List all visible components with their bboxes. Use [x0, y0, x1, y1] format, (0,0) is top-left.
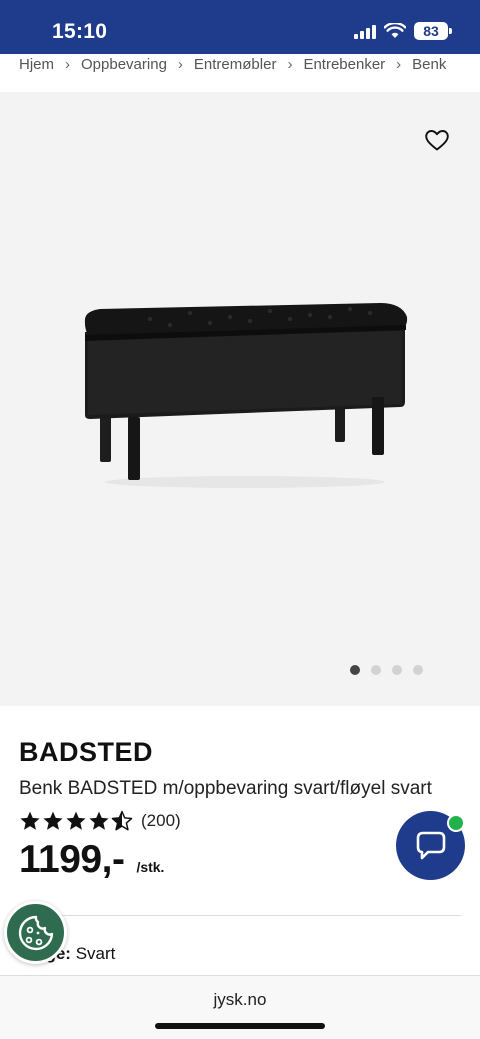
wifi-icon [384, 23, 406, 38]
price-row: 1199,- /stk. [19, 838, 164, 882]
home-indicator[interactable] [155, 1023, 325, 1029]
star-full-icon [66, 811, 86, 830]
price-unit: /stk. [136, 859, 165, 875]
status-time: 15:10 [52, 20, 108, 43]
gallery-dot[interactable] [413, 665, 423, 675]
star-full-icon [89, 811, 109, 830]
chevron-right-icon: › [396, 56, 402, 73]
product-rating[interactable]: (200) [19, 810, 181, 832]
product-title: Benk BADSTED m/oppbevaring svart/fløyel … [19, 778, 432, 799]
gallery-dot[interactable] [371, 665, 381, 675]
signal-icon [354, 23, 376, 39]
star-half-icon [111, 810, 133, 831]
divider [19, 915, 461, 916]
star-full-icon [43, 811, 63, 830]
breadcrumb-entrebenker[interactable]: Entrebenker [303, 56, 385, 73]
color-value: Svart [75, 944, 116, 963]
product-brand: BADSTED [19, 737, 154, 767]
star-full-icon [20, 811, 40, 830]
breadcrumb-benk[interactable]: Benk [412, 56, 446, 73]
review-count[interactable]: (200) [141, 811, 181, 831]
rating-stars [19, 810, 133, 832]
gallery-dot[interactable] [392, 665, 402, 675]
product-image [84, 303, 408, 488]
status-icons: 83 [354, 20, 452, 42]
product-image-gallery[interactable] [0, 92, 480, 706]
browser-bar: jysk.no [0, 975, 480, 1039]
chevron-right-icon: › [65, 56, 71, 73]
url-bar[interactable]: jysk.no [0, 990, 480, 1010]
breadcrumb-entremobler[interactable]: Entremøbler [194, 56, 277, 73]
battery-level: 83 [423, 23, 439, 39]
breadcrumb-oppbevaring[interactable]: Oppbevaring [81, 56, 167, 73]
chat-online-indicator [447, 814, 465, 832]
chevron-right-icon: › [177, 56, 183, 73]
chat-bubble-icon [416, 831, 445, 859]
gallery-pagination [350, 665, 423, 675]
product-price: 1199,- [19, 838, 125, 881]
cookie-icon [18, 915, 53, 950]
status-bar: 15:10 83 [0, 0, 480, 56]
gallery-dot-active[interactable] [350, 665, 360, 675]
breadcrumb-home[interactable]: Hjem [19, 56, 54, 73]
heart-outline-icon[interactable] [424, 128, 450, 152]
battery-icon: 83 [414, 22, 452, 40]
chevron-right-icon: › [287, 56, 293, 73]
cookie-settings-button[interactable] [4, 901, 67, 964]
breadcrumb: Hjem › Oppbevaring › Entremøbler › Entre… [0, 54, 480, 90]
